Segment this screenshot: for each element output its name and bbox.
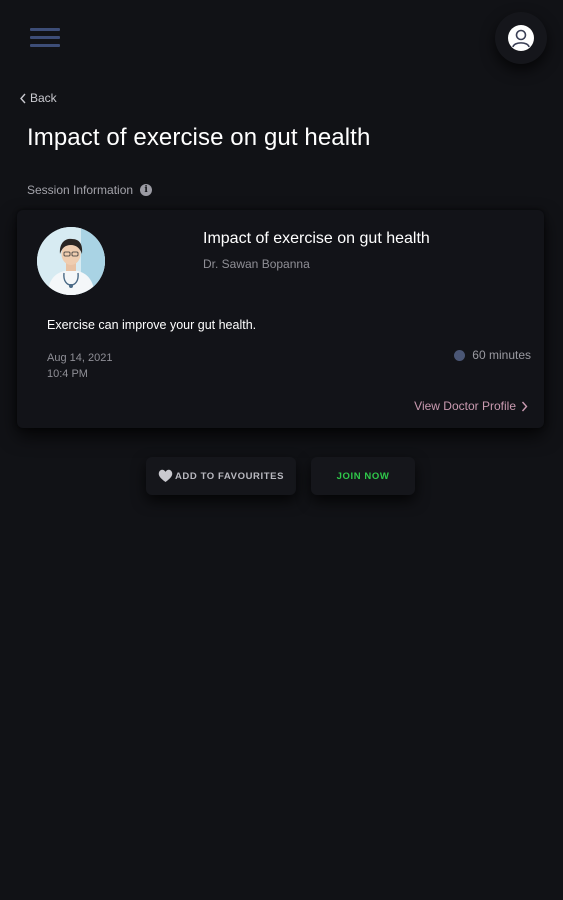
doctor-name: Dr. Sawan Bopanna [203, 257, 310, 271]
session-time: 10:4 PM [47, 368, 88, 380]
session-datetime: Aug 14, 2021 10:4 PM [47, 350, 112, 382]
page-title: Impact of exercise on gut health [27, 124, 371, 151]
favourite-label: ADD TO FAVOURITES [174, 470, 285, 482]
info-icon[interactable]: i [140, 184, 153, 196]
join-now-button[interactable]: JOIN NOW [311, 457, 415, 495]
back-label: Back [30, 91, 57, 105]
back-button[interactable]: Back [19, 90, 57, 106]
heart-icon [158, 469, 173, 482]
hamburger-menu-icon[interactable] [30, 28, 60, 48]
section-label: Session Information [27, 183, 134, 197]
view-doctor-profile-link[interactable]: View Doctor Profile [414, 399, 528, 413]
session-date: Aug 14, 2021 [47, 352, 113, 364]
user-avatar-icon [508, 25, 534, 51]
profile-button[interactable] [495, 12, 547, 64]
clock-icon [454, 349, 466, 361]
doctor-avatar [37, 227, 105, 295]
session-duration: 60 minutes [454, 348, 531, 362]
session-card: Impact of exercise on gut health Dr. Saw… [17, 210, 544, 428]
session-title: Impact of exercise on gut health [203, 230, 430, 247]
chevron-right-icon [521, 401, 528, 411]
doctor-link-label: View Doctor Profile [414, 399, 516, 413]
add-to-favourites-button[interactable]: ADD TO FAVOURITES [146, 457, 296, 495]
duration-label: 60 minutes [472, 348, 531, 362]
chevron-left-icon [20, 93, 26, 103]
section-header: Session Information i [27, 182, 153, 198]
session-detail-page: Back Impact of exercise on gut health Se… [0, 0, 563, 900]
join-label: JOIN NOW [336, 470, 390, 482]
session-description: Exercise can improve your gut health. [47, 318, 257, 332]
